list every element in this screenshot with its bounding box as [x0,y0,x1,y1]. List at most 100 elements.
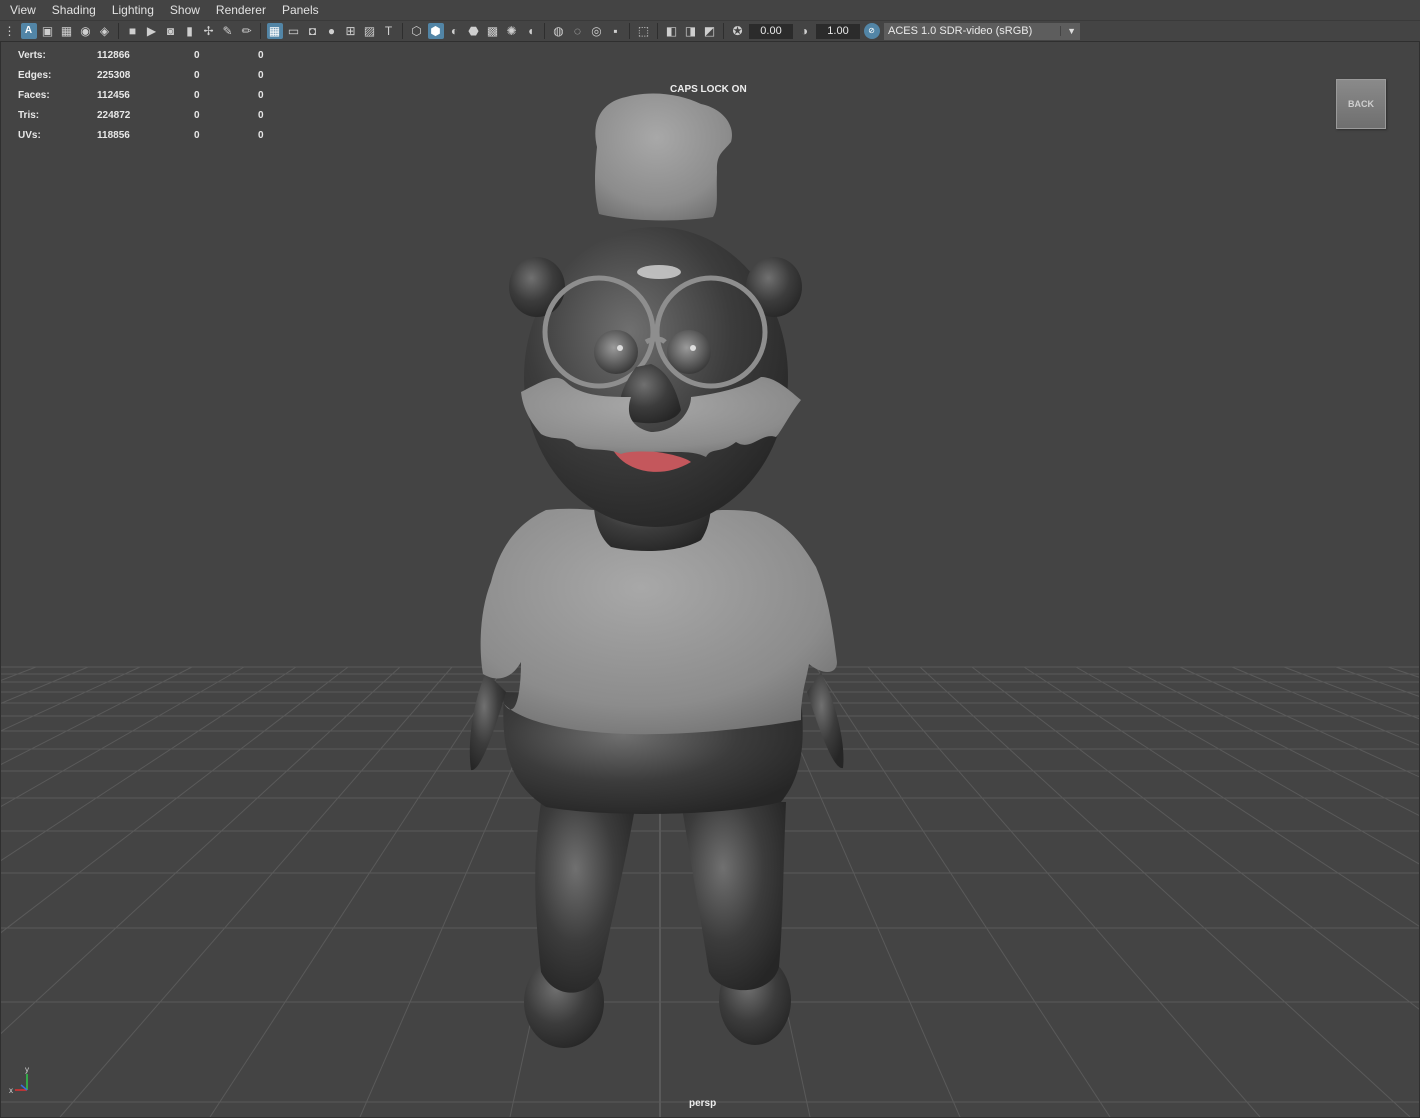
checker-texture-icon[interactable]: ▩ [485,23,501,39]
hud-value: 224872 [97,109,131,121]
hud-label: Edges: [18,69,52,81]
film-gate-icon[interactable]: ▭ [286,23,302,39]
toolbar-divider [629,23,630,39]
use-all-lights-icon[interactable]: ✺ [504,23,520,39]
hud-value: 0 [194,69,200,81]
grid-icon[interactable]: ▦ [266,23,283,39]
character-model[interactable] [1,42,1419,1117]
hud-row-uvs: UVs: 118856 0 0 [18,125,278,145]
hud-row-verts: Verts: 112866 0 0 [18,45,278,65]
hud-value: 112866 [97,49,130,61]
axis-gizmo-icon: y x [9,1066,29,1095]
textured-icon[interactable]: ⬣ [466,23,482,39]
hud-value: 0 [194,129,200,141]
gamma-icon[interactable]: ◑ [797,23,813,39]
hud-value: 0 [258,129,264,141]
toolbar-divider [260,23,261,39]
menu-shading[interactable]: Shading [44,3,104,17]
2d-pan-zoom-icon[interactable]: ✢ [201,23,217,39]
menu-lighting[interactable]: Lighting [104,3,162,17]
caps-lock-indicator: CAPS LOCK ON [670,84,747,95]
camera-attributes-icon[interactable]: ▣ [40,23,56,39]
grease-pencil-icon[interactable]: ◈ [97,23,113,39]
left-eye [594,330,638,374]
select-camera-icon[interactable]: A [20,23,37,39]
camera-lock-icon[interactable]: ▶ [144,23,160,39]
color-space-label: ACES 1.0 SDR-video (sRGB) [888,25,1033,37]
grip-icon: ⋮ [3,24,16,38]
resolution-gate-icon[interactable]: ◘ [305,23,321,39]
menu-show[interactable]: Show [162,3,208,17]
toolbar-divider [723,23,724,39]
image-plane-icon[interactable]: ◉ [78,23,94,39]
left-ear [509,257,565,317]
menu-renderer[interactable]: Renderer [208,3,274,17]
xray-components-icon[interactable]: ◩ [702,23,718,39]
pencil-icon[interactable]: ✏ [239,23,255,39]
depth-of-field-icon[interactable]: ▪ [608,23,624,39]
bookmark-icon[interactable]: ▮ [182,23,198,39]
camera-name-label: persp [689,1098,717,1109]
shadows-icon[interactable]: ◖ [523,23,539,39]
hud-value: 0 [194,109,200,121]
right-eye [667,330,711,374]
head-highlight [637,265,681,279]
wireframe-icon[interactable]: ⬡ [409,23,425,39]
chevron-down-icon: ▼ [1060,26,1076,36]
ambient-occlusion-icon[interactable]: ◍ [551,23,567,39]
menu-view[interactable]: View [0,3,44,17]
safe-action-icon[interactable]: ▨ [362,23,378,39]
safe-title-icon[interactable]: T [381,23,397,39]
left-eye-glint [617,345,623,351]
motion-blur-icon[interactable]: ◌ [570,23,586,39]
hud-value: 0 [258,89,264,101]
xray-joints-icon[interactable]: ◨ [683,23,699,39]
hud-label: UVs: [18,129,41,141]
toolbar-divider [118,23,119,39]
hud-row-tris: Tris: 224872 0 0 [18,105,278,125]
menu-panels[interactable]: Panels [274,3,327,17]
hud-value: 0 [194,49,200,61]
isolate-select-icon[interactable]: ⬚ [636,23,652,39]
hud-value: 0 [258,109,264,121]
chef-hat [595,93,732,221]
bookmarks-icon[interactable]: ▦ [59,23,75,39]
toolbar-divider [657,23,658,39]
camera-icon[interactable]: ■ [125,23,141,39]
gate-mask-icon[interactable]: ● [324,23,340,39]
exposure-icon[interactable]: ✪ [730,23,746,39]
right-ear [746,257,802,317]
xray-icon[interactable]: ◧ [664,23,680,39]
wireframe-on-shaded-icon[interactable]: ◐ [447,23,463,39]
antialiasing-icon[interactable]: ◎ [589,23,605,39]
menubar: View Shading Lighting Show Renderer Pane… [0,0,1420,21]
smooth-shade-all-icon[interactable]: ⬢ [427,23,444,39]
camera-settings-icon[interactable]: ◙ [163,23,179,39]
hud-value: 112456 [97,89,130,101]
hud-label: Tris: [18,109,40,121]
hud-label: Verts: [18,49,46,61]
left-hand [469,672,506,771]
field-chart-icon[interactable]: ⊞ [343,23,359,39]
view-cube-back-button[interactable]: BACK [1336,79,1386,129]
hud-value: 118856 [97,129,130,141]
right-leg [681,802,786,991]
axis-x-label: x [9,1086,13,1095]
left-leg [535,802,636,993]
3d-viewport[interactable]: Verts: 112866 0 0 Edges: 225308 0 0 Face… [0,41,1420,1118]
color-management-icon[interactable]: ⊘ [863,23,880,39]
hud-row-edges: Edges: 225308 0 0 [18,65,278,85]
hud-value: 0 [194,89,200,101]
color-space-dropdown[interactable]: ACES 1.0 SDR-video (sRGB) ▼ [884,22,1080,40]
panel-toolbar: ⋮ A ▣ ▦ ◉ ◈ ■ ▶ ◙ ▮ ✢ ✎ ✏ ▦ ▭ ◘ ● ⊞ ▨ T … [0,21,1420,41]
hud-value: 0 [258,49,264,61]
exposure-field[interactable]: 0.00 [749,23,793,39]
right-eye-glint [690,345,696,351]
hud-label: Faces: [18,89,50,101]
gamma-field[interactable]: 1.00 [816,23,860,39]
grease-pencil-icon[interactable]: ✎ [220,23,236,39]
hud-value: 225308 [97,69,131,81]
toolbar-divider [544,23,545,39]
axis-y-label: y [25,1066,29,1074]
hud-value: 0 [258,69,264,81]
